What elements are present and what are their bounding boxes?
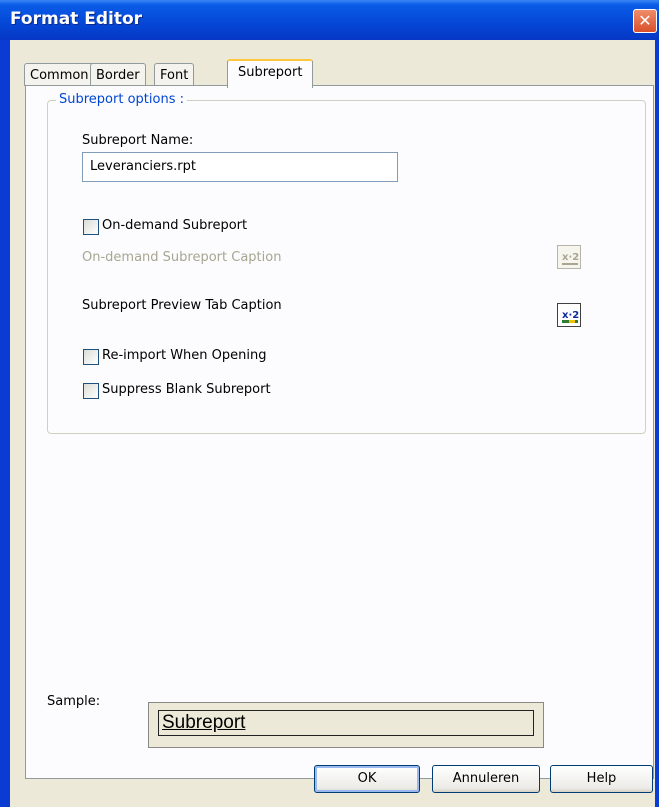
close-button[interactable]: ✕ (633, 9, 657, 33)
ok-button[interactable]: OK (314, 765, 420, 793)
reimport-checkbox[interactable] (83, 349, 99, 365)
sample-preview: Subreport (148, 702, 544, 748)
tab-subreport[interactable]: Subreport (227, 59, 314, 88)
format-editor-window: Format Editor ✕ Common Border Font Subre… (0, 0, 659, 807)
formula-x2-icon: x·2 (562, 252, 579, 265)
reimport-label: Re-import When Opening (102, 348, 267, 363)
on-demand-label: On-demand Subreport (102, 218, 248, 233)
dialog-body: Common Border Font Subreport Subreport o… (10, 40, 655, 807)
cancel-button[interactable]: Annuleren (432, 765, 540, 793)
formula-x2-icon: x·2 (562, 310, 579, 323)
on-demand-caption-label: On-demand Subreport Caption (82, 250, 282, 265)
sample-text-box: Subreport (158, 710, 534, 736)
close-icon: ✕ (638, 11, 652, 30)
sample-label: Sample: (47, 694, 101, 709)
help-button[interactable]: Help (550, 765, 653, 793)
tab-border[interactable]: Border (90, 63, 146, 86)
preview-tab-caption-formula-button[interactable]: x·2 (557, 303, 581, 327)
window-title: Format Editor (10, 9, 143, 29)
tab-common[interactable]: Common (24, 63, 95, 86)
title-bar[interactable]: Format Editor ✕ (0, 0, 659, 40)
on-demand-caption-formula-button[interactable]: x·2 (557, 245, 581, 269)
tab-font[interactable]: Font (154, 63, 195, 86)
subreport-name-input[interactable]: Leveranciers.rpt (82, 152, 398, 182)
suppress-blank-label: Suppress Blank Subreport (102, 382, 271, 397)
svg-text:x·2: x·2 (562, 252, 579, 263)
group-title: Subreport options : (56, 92, 187, 107)
subreport-name-value: Leveranciers.rpt (90, 159, 196, 174)
on-demand-checkbox[interactable] (83, 219, 99, 235)
svg-text:x·2: x·2 (562, 310, 579, 321)
preview-tab-caption-label: Subreport Preview Tab Caption (82, 298, 282, 313)
subreport-name-label: Subreport Name: (82, 133, 194, 148)
suppress-blank-checkbox[interactable] (83, 383, 99, 399)
sample-text: Subreport (162, 712, 246, 733)
